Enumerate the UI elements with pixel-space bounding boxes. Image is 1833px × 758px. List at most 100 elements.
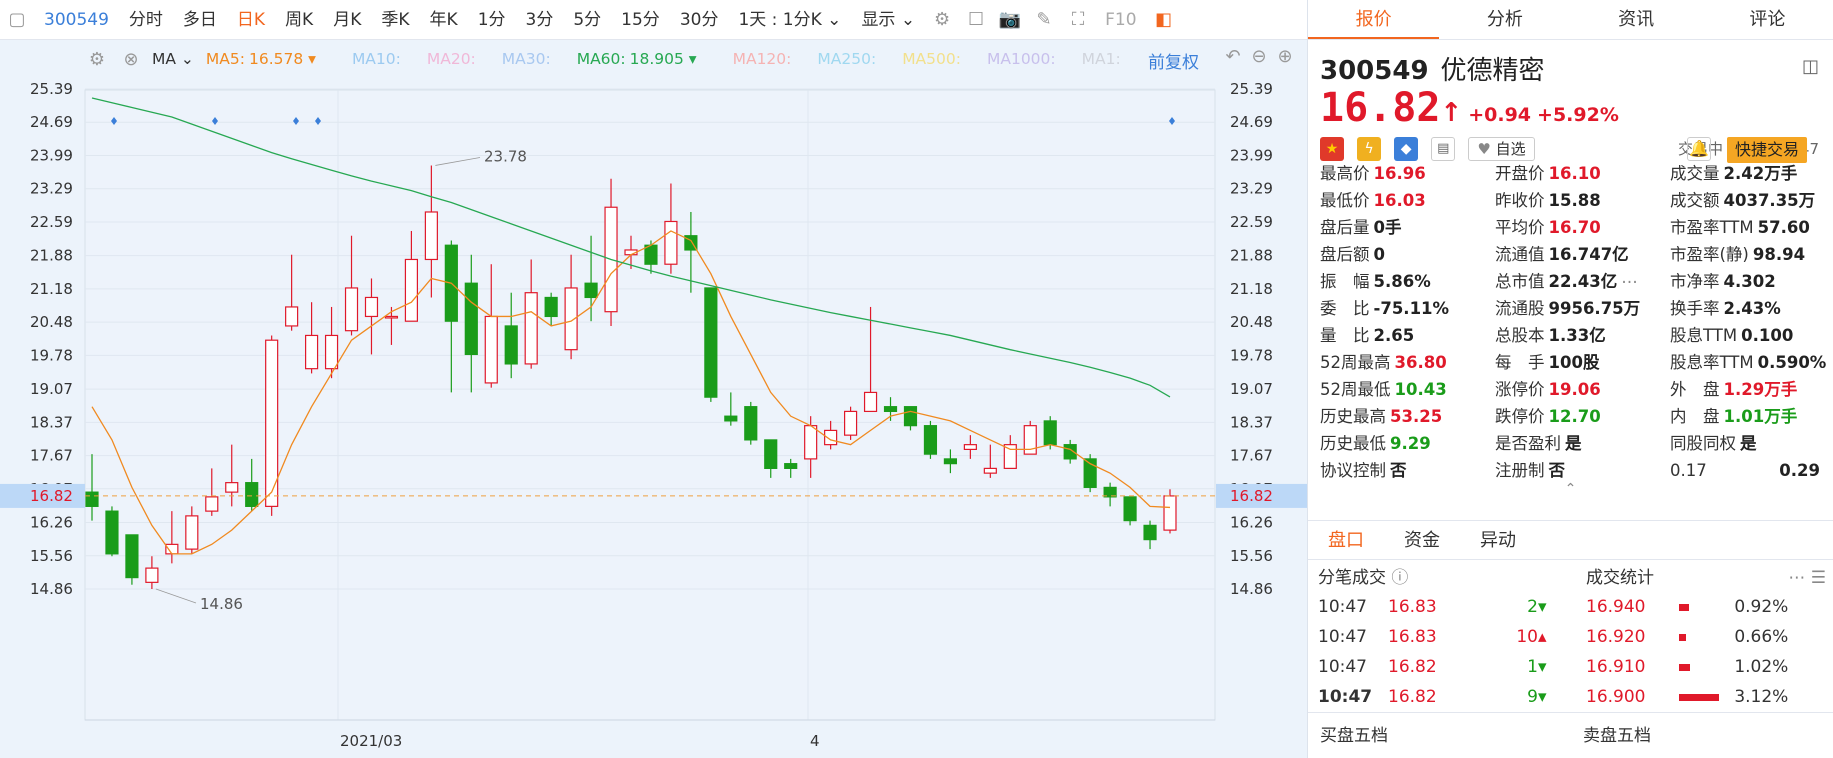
stock-code-link[interactable]: 300549 — [34, 10, 119, 30]
stat-cell: 是否盈利是 — [1495, 430, 1670, 457]
up-arrow-icon: ↑ — [1440, 98, 1463, 128]
trade-qty: 9 — [1527, 687, 1538, 707]
detail-tab-0[interactable]: 盘口 — [1308, 521, 1384, 559]
y-tick-right: 20.48 — [1230, 313, 1273, 331]
quote-tab-2[interactable]: 资讯 — [1571, 0, 1702, 39]
ma-legend-7[interactable]: MA500: — [902, 50, 961, 68]
quote-tab-1[interactable]: 分析 — [1439, 0, 1570, 39]
settings-icon[interactable]: ⚙ — [925, 9, 959, 30]
help-icon[interactable]: ⓘ — [1391, 568, 1408, 588]
period-tab-5[interactable]: 季K — [371, 0, 419, 40]
period-toolbar: ▢ 300549 分时 多日 日K 周K 月K 季K 年K 1分 3分 5分 15分 30分 1天 :… — [0, 0, 1307, 40]
quote-tab-0[interactable]: 报价 — [1308, 0, 1440, 39]
stat-cell: 同股同权是 — [1670, 430, 1820, 457]
expand-icon[interactable]: ◫ — [1802, 56, 1819, 77]
fullscreen-icon[interactable]: ⛶ — [1061, 9, 1095, 30]
stat-cell: 历史最高 53.25 — [1320, 403, 1495, 430]
fq-toggle[interactable]: 前复权 — [1148, 48, 1199, 73]
stock-app: ▢ 300549 分时 多日 日K 周K 月K 季K 年K 1分 3分 5分 15分 30分 1天 :… — [0, 0, 1833, 758]
stat-label: 量 比 — [1320, 326, 1370, 345]
ma-settings-icon[interactable]: ⚙ — [80, 49, 114, 70]
stat-value: 10.43 — [1394, 380, 1447, 399]
period-tab-7[interactable]: 1分 — [468, 0, 516, 40]
bell-icon[interactable]: 🔔 — [1687, 137, 1711, 161]
ma-legend-5[interactable]: MA120: — [733, 50, 792, 68]
stat-label: 涨停价 — [1495, 380, 1545, 399]
sell-five-tab[interactable]: 卖盘五档 — [1571, 713, 1833, 758]
square-icon[interactable]: ☐ — [959, 9, 993, 30]
candle-body — [804, 425, 818, 460]
period-tab-1[interactable]: 多日 — [173, 0, 227, 40]
detail-tab-2[interactable]: 异动 — [1460, 521, 1536, 559]
stat-value: 是 — [1740, 434, 1757, 453]
lightning-icon[interactable]: ϟ — [1357, 137, 1382, 161]
stat-value: 16.03 — [1373, 191, 1426, 210]
period-tab-9[interactable]: 5分 — [563, 0, 611, 40]
stat-value: 否 — [1390, 461, 1407, 480]
stat-label: 协议控制 — [1320, 461, 1386, 480]
stat-label: 流通值 — [1495, 245, 1545, 264]
period-tab-4[interactable]: 月K — [323, 0, 371, 40]
ma-legend-2[interactable]: MA20: — [427, 50, 476, 68]
add-watchlist-button[interactable]: ♥ 自选 — [1468, 137, 1535, 161]
kline-chart[interactable]: 25.39 25.39 24.69 24.69 23.99 23.99 23.29 23.29… — [0, 40, 1307, 758]
stat-value: 0.590% — [1757, 353, 1827, 372]
ma-close-icon[interactable]: ⊗ — [114, 49, 148, 70]
stat-label: 每 手 — [1495, 353, 1545, 372]
more-dots-icon[interactable]: ⋯ — [1621, 272, 1638, 291]
stat-cell: 振 幅 5.86% — [1320, 268, 1495, 295]
ma-legend-6[interactable]: MA250: — [817, 50, 876, 68]
panel-toggle-icon[interactable]: ▢ — [0, 9, 34, 30]
zoom-in-icon[interactable]: ⊕ — [1268, 46, 1302, 67]
period-tab-6[interactable]: 年K — [420, 0, 468, 40]
period-tab-0[interactable]: 分时 — [119, 0, 173, 40]
ma-legend-1[interactable]: MA10: — [352, 50, 401, 68]
stat-label: 昨收价 — [1495, 191, 1545, 210]
tag-icon[interactable]: ◆ — [1394, 137, 1419, 161]
period-select[interactable]: 1天 : 1分K ⌄ — [728, 0, 851, 40]
y-tick-right: 25.39 — [1230, 80, 1273, 98]
y-tick-left: 21.88 — [30, 247, 73, 265]
price-tag-right: 16.82 — [1230, 487, 1273, 505]
stat-value: 0手 — [1373, 218, 1402, 237]
heart-icon: ♥ — [1477, 140, 1491, 158]
stat-cell: 开盘价 16.10 — [1495, 160, 1670, 187]
stat-label: 成交额 — [1670, 191, 1720, 210]
stat-cell: 平均价 16.70 — [1495, 214, 1670, 241]
trade-statistics: 成交统计 ⋯ ☰ 16.940 0.92% 16.920 0.66% 16.910 1.0… — [1578, 560, 1833, 712]
quick-trade-button[interactable]: 快捷交易 — [1726, 137, 1807, 163]
ma-legend-8[interactable]: MA1000: — [987, 50, 1056, 68]
ma-type-select[interactable]: MA ⌄ — [152, 50, 194, 68]
period-tab-10[interactable]: 15分 — [611, 0, 670, 40]
y-tick-left: 23.29 — [30, 180, 73, 198]
stat-row: 16.900 3.12% — [1586, 682, 1788, 712]
note-icon[interactable]: ▤ — [1431, 137, 1456, 161]
f10-button[interactable]: F10 — [1095, 0, 1146, 40]
period-tab-11[interactable]: 30分 — [670, 0, 729, 40]
layout-icon[interactable]: ◧ — [1147, 9, 1181, 30]
trade-row: 10:47 16.83 2 ▾ — [1318, 592, 1558, 622]
ma-legend-4[interactable]: MA60: 18.905 ▾ — [577, 50, 697, 68]
stat-cell: 总股本 1.33亿 — [1495, 322, 1670, 349]
period-tab-2[interactable]: 日K — [227, 0, 275, 40]
trade-time: 10:47 — [1318, 657, 1367, 677]
collapse-chevron-icon[interactable]: ⌃ — [1308, 482, 1833, 498]
period-tab-8[interactable]: 3分 — [516, 0, 564, 40]
y-tick-left: 23.99 — [30, 146, 73, 164]
display-select[interactable]: 显示 ⌄ — [851, 0, 925, 40]
more-icon[interactable]: ⋯ ☰ — [1788, 560, 1826, 596]
period-tab-3[interactable]: 周K — [275, 0, 323, 40]
stat-bar — [1678, 622, 1730, 652]
buy-five-tab[interactable]: 买盘五档 — [1308, 713, 1571, 758]
y-tick-left: 20.48 — [30, 313, 73, 331]
ma-legend-0[interactable]: MA5: 16.578 ▾ — [206, 50, 316, 68]
stat-label: 开盘价 — [1495, 164, 1545, 183]
pencil-icon[interactable]: ✎ — [1027, 9, 1061, 30]
quote-tab-3[interactable]: 评论 — [1702, 0, 1833, 39]
stat-value: 1.33亿 — [1548, 326, 1606, 345]
camera-icon[interactable]: 📷 — [993, 9, 1027, 30]
stat-value: -75.11% — [1373, 299, 1450, 318]
ma-legend-9[interactable]: MA1: — [1082, 50, 1121, 68]
detail-tab-1[interactable]: 资金 — [1384, 521, 1460, 559]
ma-legend-3[interactable]: MA30: — [502, 50, 551, 68]
